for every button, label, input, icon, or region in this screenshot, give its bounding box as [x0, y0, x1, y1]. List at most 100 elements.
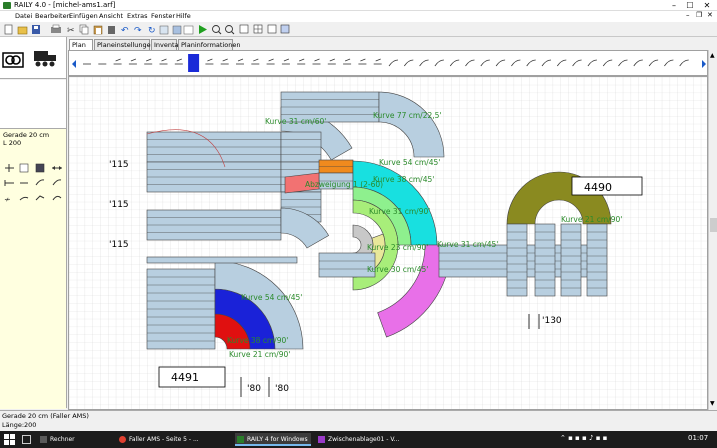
- palette-track-item[interactable]: [251, 58, 260, 65]
- zoom-out-icon[interactable]: [225, 25, 235, 35]
- minimize-button[interactable]: –: [667, 0, 681, 11]
- width-tool-icon[interactable]: [52, 166, 62, 170]
- turnout[interactable]: [318, 159, 354, 174]
- menu-fenster[interactable]: Fenster: [151, 12, 175, 20]
- arc-tool-icon[interactable]: [52, 179, 62, 186]
- menu-hilfe[interactable]: Hilfe: [176, 12, 191, 20]
- palette-track-item[interactable]: [602, 59, 613, 67]
- paste-icon[interactable]: [93, 25, 103, 35]
- spiral-tool-icon[interactable]: [52, 195, 62, 201]
- palette-track-item[interactable]: [664, 59, 674, 67]
- palette-track-item[interactable]: [128, 58, 137, 65]
- print-icon[interactable]: [51, 24, 61, 33]
- palette-track-item[interactable]: [618, 59, 628, 67]
- menu-einfuegen[interactable]: Einfügen: [69, 12, 98, 20]
- palette-track-item[interactable]: [327, 58, 336, 65]
- locomotive-icon[interactable]: [34, 51, 56, 67]
- palette-track-item[interactable]: [159, 58, 168, 65]
- palette-track-item[interactable]: [205, 58, 214, 65]
- mirror-icon[interactable]: [159, 25, 169, 35]
- new-file-icon[interactable]: [4, 24, 13, 35]
- track-line[interactable]: [146, 256, 298, 264]
- palette-track-item[interactable]: [495, 59, 506, 67]
- palette-track-item[interactable]: [220, 58, 229, 65]
- menu-ansicht[interactable]: Ansicht: [99, 12, 123, 20]
- palette-track-item[interactable]: [388, 59, 399, 67]
- task-rechner[interactable]: Rechner: [38, 433, 110, 446]
- task-view-icon[interactable]: [22, 435, 31, 444]
- palette-track-item[interactable]: [403, 59, 414, 67]
- track-icon[interactable]: [183, 25, 194, 35]
- bend-tool-icon[interactable]: [35, 195, 45, 201]
- delete-icon[interactable]: [108, 26, 115, 34]
- palette-track-item[interactable]: [648, 59, 659, 67]
- mdi-minimize-button[interactable]: –: [686, 11, 690, 19]
- library-selector[interactable]: [0, 37, 66, 79]
- palette-track-item[interactable]: [480, 59, 490, 67]
- palette-track-item[interactable]: [312, 58, 321, 65]
- zoom-in-icon[interactable]: [212, 25, 222, 35]
- start-button-icon[interactable]: [4, 434, 15, 445]
- track-straight[interactable]: [560, 223, 582, 297]
- track-straight[interactable]: [146, 161, 282, 193]
- flex-tool-icon[interactable]: [19, 196, 29, 201]
- palette-scroll-right-icon[interactable]: [702, 60, 706, 68]
- palette-track-item[interactable]: [113, 58, 122, 65]
- scroll-thumb[interactable]: [710, 218, 717, 232]
- grid-icon[interactable]: [253, 24, 263, 34]
- maximize-button[interactable]: ☐: [683, 0, 697, 11]
- track-straight[interactable]: [146, 131, 282, 163]
- select-tool-icon[interactable]: [5, 164, 14, 172]
- task-zwischenablage[interactable]: Zwischenablage01 - V...: [316, 433, 399, 446]
- track-straight[interactable]: [146, 209, 282, 241]
- menu-datei[interactable]: Datei: [15, 12, 32, 20]
- palette-track-item[interactable]: [587, 59, 597, 67]
- palette-track-item[interactable]: [556, 59, 567, 67]
- palette-track-item[interactable]: [465, 59, 475, 67]
- tab-planeinstellungen[interactable]: Planeinstellungen: [94, 39, 155, 50]
- menu-extras[interactable]: Extras: [127, 12, 148, 20]
- open-folder-icon[interactable]: [17, 26, 28, 35]
- palette-track-item[interactable]: [188, 54, 200, 72]
- zoom-fit-icon[interactable]: [239, 24, 249, 34]
- palette-track-item[interactable]: [434, 59, 444, 67]
- straight-tool-icon[interactable]: [4, 180, 14, 186]
- move-tool-icon[interactable]: [19, 163, 29, 173]
- palette-track-item[interactable]: [266, 58, 275, 65]
- mdi-close-button[interactable]: ✕: [707, 11, 713, 19]
- menu-bearbeiten[interactable]: Bearbeiten: [35, 12, 71, 20]
- palette-track-item[interactable]: [526, 59, 536, 67]
- palette-track-item[interactable]: [679, 59, 689, 67]
- palette-track-item[interactable]: [633, 59, 643, 67]
- palette-track-item[interactable]: [358, 58, 367, 65]
- palette-track-item[interactable]: [572, 59, 582, 67]
- rotate-icon[interactable]: ↻: [148, 26, 156, 36]
- palette-track-item[interactable]: [343, 58, 352, 65]
- layers-icon[interactable]: [267, 24, 277, 34]
- palette-track-item[interactable]: [419, 59, 429, 67]
- tool-icon[interactable]: [172, 25, 182, 35]
- palette-track-item[interactable]: [281, 58, 290, 65]
- mdi-restore-button[interactable]: ❐: [696, 11, 702, 19]
- track-straight[interactable]: [146, 268, 216, 350]
- view3d-icon[interactable]: [280, 24, 290, 34]
- curve-tool-icon[interactable]: [35, 179, 45, 186]
- palette-track-item[interactable]: [373, 58, 382, 65]
- text-tool-icon[interactable]: ≁: [4, 195, 11, 204]
- save-icon[interactable]: [32, 25, 40, 34]
- palette-track-item[interactable]: [511, 59, 521, 67]
- run-icon[interactable]: [199, 25, 207, 34]
- track-straight[interactable]: [280, 131, 322, 163]
- track-straight[interactable]: [506, 223, 528, 297]
- task-raily[interactable]: RAILY 4 for Windows: [235, 433, 311, 446]
- close-button[interactable]: ✕: [700, 0, 714, 11]
- track-straight[interactable]: [586, 223, 608, 297]
- palette-track-item[interactable]: [174, 58, 183, 65]
- cut-icon[interactable]: ✂: [67, 26, 75, 36]
- palette-scroll-left-icon[interactable]: [72, 60, 76, 68]
- palette-track-item[interactable]: [449, 59, 460, 67]
- track-system-icon[interactable]: [2, 52, 24, 68]
- scroll-up-icon[interactable]: ▲: [710, 52, 715, 59]
- vertical-scrollbar[interactable]: ▲ ▼: [708, 50, 717, 410]
- redo-icon[interactable]: ↷: [134, 26, 142, 36]
